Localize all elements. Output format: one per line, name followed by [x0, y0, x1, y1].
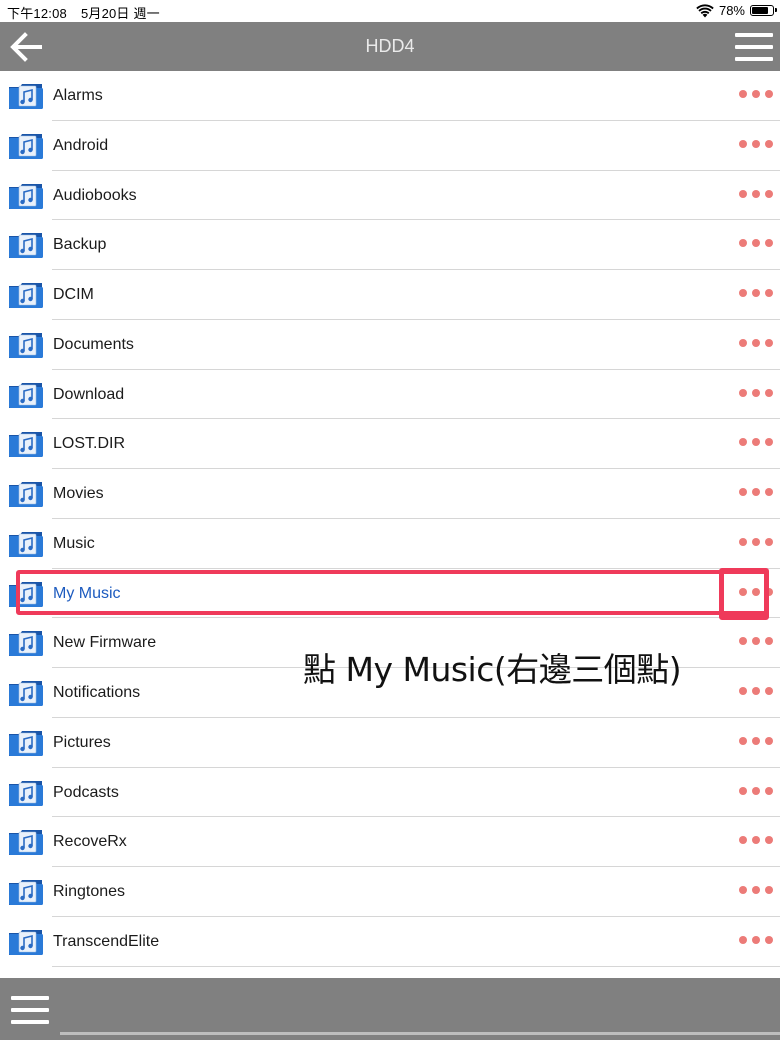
- folder-row[interactable]: Android: [0, 121, 780, 171]
- music-folder-icon: [8, 728, 44, 758]
- more-options-icon[interactable]: [739, 886, 773, 896]
- more-options-icon[interactable]: [739, 488, 773, 498]
- folder-name: Podcasts: [53, 783, 119, 801]
- hamburger-menu-icon[interactable]: [735, 33, 773, 61]
- more-options-icon[interactable]: [739, 836, 773, 846]
- status-right: 78%: [696, 3, 777, 18]
- folder-name: Alarms: [53, 87, 103, 104]
- folder-name: Android: [53, 136, 109, 154]
- battery-icon: [750, 5, 777, 16]
- bottom-divider: [60, 1032, 780, 1035]
- more-options-icon[interactable]: [739, 388, 773, 399]
- music-folder-icon: [8, 678, 44, 708]
- page-title: HDD4: [365, 36, 415, 56]
- folder-name: Audiobooks: [53, 186, 137, 204]
- music-folder-icon: [8, 330, 44, 360]
- folder-row[interactable]: LOST.DIR: [0, 419, 780, 469]
- music-folder-icon: [8, 380, 44, 410]
- more-options-icon[interactable]: [739, 90, 773, 100]
- bottom-menu-icon[interactable]: [11, 996, 49, 1024]
- music-folder-icon: [8, 81, 44, 111]
- more-options-icon[interactable]: [739, 637, 773, 647]
- music-folder-icon: [8, 827, 44, 857]
- folder-name: Documents: [53, 335, 134, 353]
- music-folder-icon: [8, 230, 44, 260]
- more-options-icon[interactable]: [739, 687, 773, 697]
- music-folder-icon: [8, 429, 44, 459]
- folder-name: Music: [53, 534, 95, 552]
- music-folder-icon: [8, 877, 44, 907]
- more-options-icon[interactable]: [739, 289, 773, 299]
- folder-name: LOST.DIR: [53, 435, 126, 453]
- folder-row[interactable]: RecoveRx: [0, 817, 780, 867]
- more-options-icon[interactable]: [739, 139, 773, 150]
- more-options-icon[interactable]: [739, 935, 773, 946]
- folder-name: Download: [53, 385, 125, 403]
- folder-row[interactable]: Download: [0, 370, 780, 420]
- music-folder-icon: [8, 181, 44, 211]
- folder-name: DCIM: [53, 286, 94, 303]
- row-divider: [52, 965, 780, 967]
- folder-row[interactable]: Music: [0, 519, 780, 569]
- top-nav-bar: HDD4: [0, 22, 780, 71]
- highlight-box-row: [16, 570, 769, 615]
- folder-row[interactable]: Alarms: [0, 71, 780, 121]
- folder-row[interactable]: Movies: [0, 469, 780, 519]
- app-screen: 下午12:08 5月20日 週一 78% HDD4 Alarms Android Au…: [0, 0, 780, 1040]
- folder-name: Ringtones: [53, 883, 126, 900]
- more-options-icon[interactable]: [739, 189, 773, 200]
- status-time: 下午12:08: [7, 6, 67, 21]
- bottom-bar: [0, 978, 780, 1040]
- folder-row[interactable]: Audiobooks: [0, 171, 780, 221]
- status-left: 下午12:08 5月20日 週一: [7, 3, 174, 22]
- status-bar: 下午12:08 5月20日 週一 78%: [0, 0, 780, 22]
- battery-fill: [752, 7, 768, 14]
- folder-row[interactable]: Documents: [0, 320, 780, 370]
- folder-row[interactable]: TranscendElite: [0, 917, 780, 967]
- music-folder-icon: [8, 479, 44, 509]
- folder-name: Backup: [53, 236, 107, 254]
- folder-row[interactable]: Ringtones: [0, 867, 780, 917]
- music-folder-icon: [8, 280, 44, 310]
- music-folder-icon: [8, 131, 44, 161]
- music-folder-icon: [8, 529, 44, 559]
- status-date: 5月20日 週一: [80, 6, 160, 21]
- folder-list: Alarms Android Audiobooks Backup DCIM Documen…: [0, 71, 780, 967]
- more-options-icon[interactable]: [739, 537, 773, 548]
- folder-row[interactable]: Backup: [0, 220, 780, 270]
- more-options-icon[interactable]: [739, 786, 773, 797]
- folder-name: Notifications: [53, 684, 141, 701]
- folder-row[interactable]: Podcasts: [0, 768, 780, 818]
- folder-name: New Firmware: [53, 634, 157, 652]
- folder-name: Pictures: [53, 733, 111, 751]
- folder-row[interactable]: Pictures: [0, 718, 780, 768]
- wifi-icon: [696, 3, 714, 17]
- music-folder-icon: [8, 628, 44, 658]
- folder-name: TranscendElite: [53, 932, 160, 950]
- folder-name: RecoveRx: [53, 833, 127, 851]
- more-options-icon[interactable]: [739, 438, 773, 448]
- more-options-icon[interactable]: [739, 239, 773, 249]
- annotation-text: 點 My Music(右邊三個點): [303, 650, 682, 689]
- highlight-box-dots: [719, 568, 769, 620]
- folder-row[interactable]: DCIM: [0, 270, 780, 320]
- music-folder-icon: [8, 927, 44, 957]
- battery-percent: 78%: [718, 3, 745, 18]
- more-options-icon[interactable]: [739, 736, 773, 747]
- folder-name: Movies: [53, 485, 104, 502]
- more-options-icon[interactable]: [739, 338, 773, 349]
- music-folder-icon: [8, 778, 44, 808]
